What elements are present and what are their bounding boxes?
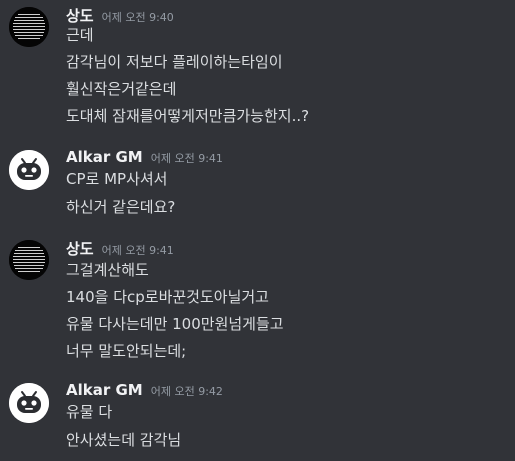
chat-message-list: 상도 어제 오전 9:40 근데 감각님이 저보다 플레이하는타임이 훨신작은거… <box>0 0 515 461</box>
message-header: Alkar GM 어제 오전 9:41 <box>66 148 223 170</box>
timestamp: 어제 오전 9:40 <box>101 11 174 24</box>
message-header: Alkar GM 어제 오전 9:42 <box>66 381 223 403</box>
timestamp: 어제 오전 9:42 <box>150 385 223 398</box>
message-line: 도대체 잠재를어떻게저만큼가능한지..? <box>66 107 310 125</box>
message-line: 훨신작은거같은데 <box>66 80 177 98</box>
username[interactable]: 상도 <box>66 5 94 26</box>
username[interactable]: 상도 <box>66 238 94 259</box>
dark-text-avatar-icon <box>9 7 49 47</box>
user-avatar[interactable] <box>9 150 49 190</box>
timestamp: 어제 오전 9:41 <box>101 244 174 257</box>
message-line: 안사셨는데 감각님 <box>66 431 182 449</box>
message-line: 너무 말도안되는데; <box>66 342 187 360</box>
message-line: 하신거 같은데요? <box>66 198 176 216</box>
message-line: 유물 다 <box>66 403 113 421</box>
message-line: 유물 다사는데만 100만원넘게들고 <box>66 315 284 333</box>
user-avatar[interactable] <box>9 7 49 47</box>
message-line: 근데 <box>66 26 94 44</box>
message-line: 140을 다cp로바꾼것도아닐거고 <box>66 288 269 306</box>
robot-face-icon <box>9 150 49 190</box>
message-line: CP로 MP사셔서 <box>66 170 168 188</box>
user-avatar[interactable] <box>9 240 49 280</box>
robot-face-icon <box>9 383 49 423</box>
timestamp: 어제 오전 9:41 <box>150 152 223 165</box>
username[interactable]: Alkar GM <box>66 148 143 166</box>
message-header: 상도 어제 오전 9:41 <box>66 238 174 260</box>
message-line: 감각님이 저보다 플레이하는타임이 <box>66 53 283 71</box>
message-line: 그걸계산해도 <box>66 261 149 279</box>
dark-text-avatar-icon <box>9 240 49 280</box>
user-avatar[interactable] <box>9 383 49 423</box>
username[interactable]: Alkar GM <box>66 381 143 399</box>
